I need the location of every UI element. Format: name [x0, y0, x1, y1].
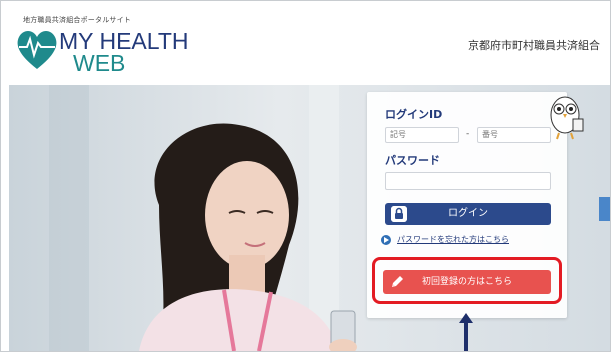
arrow-circle-icon: [381, 235, 391, 245]
first-registration-button[interactable]: 初回登録の方はこちら: [383, 270, 551, 294]
browser-viewport: 地方職員共済組合ポータルサイト MY HEALTH WEB 京都府市町村職員共済…: [0, 0, 611, 352]
login-id-part1-input[interactable]: [385, 127, 459, 143]
lock-icon: [391, 206, 407, 222]
forgot-password-link[interactable]: パスワードを忘れた方はこちら: [397, 234, 509, 245]
site-logo[interactable]: MY HEALTH WEB: [15, 25, 215, 73]
owl-mascot-icon: [550, 96, 584, 140]
login-button[interactable]: ログイン: [385, 203, 551, 225]
register-button-label: 初回登録の方はこちら: [421, 277, 512, 287]
pencil-icon: [392, 276, 403, 287]
pointer-arrow-icon: [459, 313, 473, 351]
site-tagline: 地方職員共済組合ポータルサイト: [23, 16, 131, 24]
login-id-separator: -: [466, 129, 470, 139]
password-input[interactable]: [385, 172, 551, 190]
login-id-label: ログインID: [385, 108, 443, 121]
logo-line2: WEB: [73, 50, 125, 73]
site-header: 地方職員共済組合ポータルサイト MY HEALTH WEB 京都府市町村職員共済…: [1, 1, 610, 85]
heart-logo-icon: [17, 31, 57, 69]
login-id-part2-input[interactable]: [477, 127, 551, 143]
side-tab[interactable]: [599, 197, 610, 221]
password-label: パスワード: [385, 154, 440, 167]
login-button-label: ログイン: [448, 208, 488, 219]
org-name: 京都府市町村職員共済組合: [468, 39, 600, 52]
